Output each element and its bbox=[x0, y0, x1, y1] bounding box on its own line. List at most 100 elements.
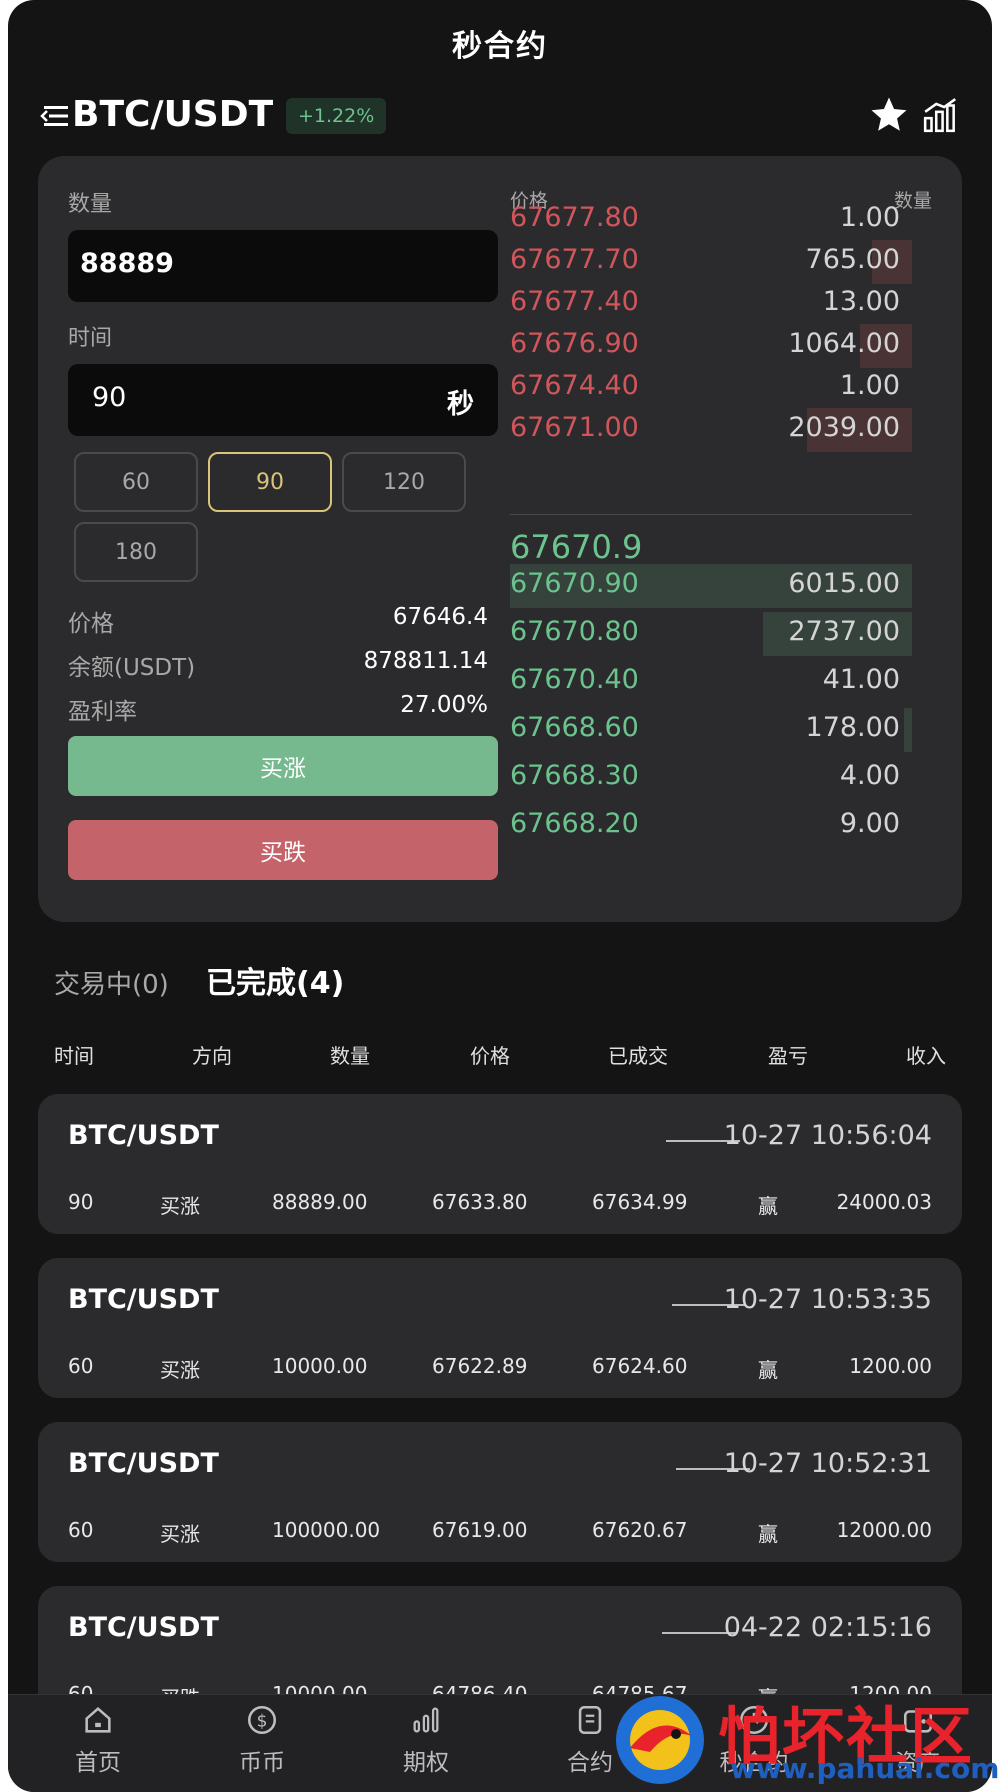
bid-row[interactable]: 67668.60 178.00 bbox=[510, 706, 912, 752]
time-value: 90 bbox=[92, 382, 127, 413]
bid-price: 67670.40 bbox=[510, 664, 639, 695]
time-unit: 秒 bbox=[447, 389, 474, 420]
column-header: 价格 bbox=[470, 1044, 510, 1068]
nav-label: 币币 bbox=[239, 1750, 285, 1776]
page-title: 秒合约 bbox=[452, 29, 548, 64]
ask-price: 67674.40 bbox=[510, 370, 639, 401]
order-direction: 买涨 bbox=[160, 1358, 200, 1382]
order-price: 67633.80 bbox=[432, 1190, 528, 1214]
svg-text:$: $ bbox=[257, 1711, 268, 1731]
order-pair: BTC/USDT bbox=[68, 1448, 219, 1479]
nav-options[interactable]: 期权 bbox=[366, 1703, 486, 1777]
buy-down-button[interactable]: 买跌 bbox=[68, 820, 498, 880]
order-amount: 100000.00 bbox=[272, 1518, 381, 1542]
ask-row[interactable]: 67674.40 1.00 bbox=[510, 364, 912, 410]
bid-row[interactable]: 67670.90 6015.00 bbox=[510, 562, 912, 608]
order-column-headers: 时间 方向 数量 价格 已成交 盈亏 收入 bbox=[8, 1040, 992, 1074]
star-icon[interactable] bbox=[868, 94, 910, 136]
order-amount: 88889.00 bbox=[272, 1190, 368, 1214]
watermark-logo-icon bbox=[616, 1696, 704, 1784]
ask-price: 67671.00 bbox=[510, 412, 639, 443]
nav-home[interactable]: 首页 bbox=[38, 1703, 158, 1777]
nav-coin[interactable]: $ 币币 bbox=[202, 1703, 322, 1777]
ask-row[interactable]: 67677.80 1.00 bbox=[510, 196, 912, 242]
tab-trading[interactable]: 交易中(0) bbox=[54, 964, 169, 1001]
depth-bar bbox=[903, 708, 912, 752]
bid-quantity: 2737.00 bbox=[788, 616, 900, 647]
time-label: 时间 bbox=[68, 326, 113, 351]
bid-price: 67670.90 bbox=[510, 568, 639, 599]
time-option-90[interactable]: 90 bbox=[208, 452, 332, 512]
bid-price: 67668.60 bbox=[510, 712, 639, 743]
order-pair: BTC/USDT bbox=[68, 1612, 219, 1643]
quantity-input[interactable]: 88889 bbox=[68, 230, 498, 302]
bid-row[interactable]: 67670.40 41.00 bbox=[510, 658, 912, 704]
trade-panel: 数量 88889 时间 90 秒 60 90 120 180 价格 67646.… bbox=[38, 156, 962, 922]
order-result: 赢 bbox=[758, 1522, 778, 1546]
ask-row[interactable]: 67676.90 1064.00 bbox=[510, 322, 912, 368]
ask-quantity: 765.00 bbox=[805, 244, 900, 275]
order-duration: 90 bbox=[68, 1190, 94, 1214]
column-header: 已成交 bbox=[608, 1044, 668, 1068]
chart-icon[interactable] bbox=[922, 96, 960, 134]
bid-quantity: 9.00 bbox=[839, 808, 900, 839]
ask-row[interactable]: 67677.70 765.00 bbox=[510, 238, 912, 284]
ask-quantity: 13.00 bbox=[822, 286, 900, 317]
watermark-url: www.pahuai.com bbox=[730, 1752, 1000, 1785]
bid-row[interactable]: 67670.80 2737.00 bbox=[510, 610, 912, 656]
balance-label: 余额(USDT) bbox=[68, 655, 196, 681]
ask-row[interactable]: 67677.40 13.00 bbox=[510, 280, 912, 326]
order-filled: 67620.67 bbox=[592, 1518, 688, 1542]
order-card[interactable]: BTC/USDT 10-27 10:56:04 90 买涨 88889.00 67633.… bbox=[38, 1094, 962, 1234]
title-bar: 秒合约 bbox=[8, 0, 992, 86]
time-option-180[interactable]: 180 bbox=[74, 522, 198, 582]
order-duration: 60 bbox=[68, 1518, 94, 1542]
order-result: 赢 bbox=[758, 1194, 778, 1218]
pair-name[interactable]: BTC/USDT bbox=[72, 94, 273, 135]
order-filled: 67624.60 bbox=[592, 1354, 688, 1378]
time-input[interactable]: 90 秒 bbox=[68, 364, 498, 436]
bid-row[interactable]: 67668.30 4.00 bbox=[510, 754, 912, 800]
price-value: 67646.4 bbox=[392, 604, 488, 630]
tab-completed[interactable]: 已完成(4) bbox=[206, 958, 344, 1002]
document-icon bbox=[578, 1705, 602, 1735]
nav-label: 期权 bbox=[403, 1750, 449, 1776]
pair-bar: BTC/USDT +1.22% bbox=[8, 88, 992, 144]
balance-value: 878811.14 bbox=[363, 648, 488, 674]
time-option-60[interactable]: 60 bbox=[74, 452, 198, 512]
column-header: 方向 bbox=[192, 1044, 232, 1068]
ask-price: 67677.80 bbox=[510, 202, 639, 233]
order-datetime: 10-27 10:56:04 bbox=[723, 1120, 932, 1151]
order-datetime: 10-27 10:52:31 bbox=[723, 1448, 932, 1479]
quantity-label: 数量 bbox=[68, 192, 113, 217]
column-header: 盈亏 bbox=[768, 1044, 808, 1068]
order-income: 24000.03 bbox=[836, 1190, 932, 1214]
ask-price: 67677.40 bbox=[510, 286, 639, 317]
bid-quantity: 178.00 bbox=[805, 712, 900, 743]
bid-quantity: 4.00 bbox=[839, 760, 900, 791]
ask-price: 67677.70 bbox=[510, 244, 639, 275]
change-badge: +1.22% bbox=[286, 98, 387, 134]
orderbook-divider bbox=[510, 514, 912, 515]
bid-quantity: 41.00 bbox=[822, 664, 900, 695]
ask-quantity: 1064.00 bbox=[788, 328, 900, 359]
profit-rate-label: 盈利率 bbox=[68, 699, 137, 725]
bid-quantity: 6015.00 bbox=[788, 568, 900, 599]
order-card[interactable]: BTC/USDT 10-27 10:52:31 60 买涨 100000.00 67619… bbox=[38, 1422, 962, 1562]
buy-up-button[interactable]: 买涨 bbox=[68, 736, 498, 796]
order-card[interactable]: BTC/USDT 10-27 10:53:35 60 买涨 10000.00 67622.… bbox=[38, 1258, 962, 1398]
order-duration: 60 bbox=[68, 1354, 94, 1378]
order-price: 67622.89 bbox=[432, 1354, 528, 1378]
order-pair: BTC/USDT bbox=[68, 1284, 219, 1315]
bid-row[interactable]: 67668.20 9.00 bbox=[510, 802, 912, 848]
order-datetime: 10-27 10:53:35 bbox=[723, 1284, 932, 1315]
ask-quantity: 1.00 bbox=[839, 370, 900, 401]
column-header: 数量 bbox=[330, 1044, 370, 1068]
time-option-120[interactable]: 120 bbox=[342, 452, 466, 512]
ask-row[interactable]: 67671.00 2039.00 bbox=[510, 406, 912, 452]
bars-icon bbox=[413, 1707, 439, 1733]
order-filled: 67634.99 bbox=[592, 1190, 688, 1214]
bid-price: 67668.30 bbox=[510, 760, 639, 791]
quantity-value: 88889 bbox=[80, 248, 174, 279]
menu-icon[interactable] bbox=[40, 102, 70, 130]
